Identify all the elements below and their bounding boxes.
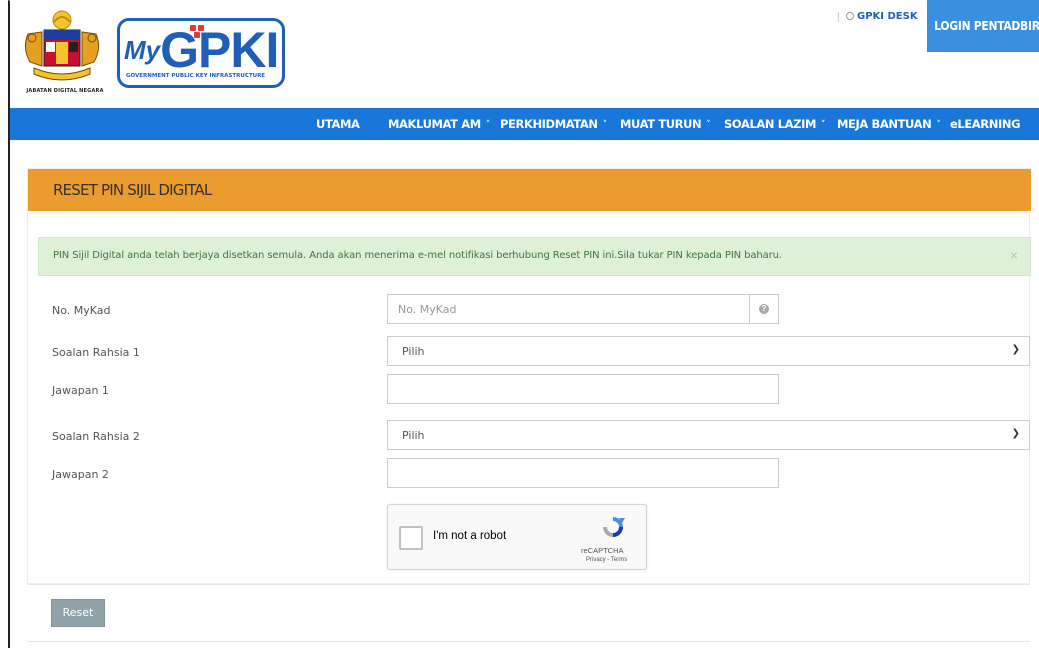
chevron-down-icon: ❯ <box>1011 344 1020 355</box>
form-divider <box>28 584 1030 585</box>
logo-subtitle: GOVERNMENT PUBLIC KEY INFRASTRUCTURE <box>126 73 266 79</box>
soalan-rahsia-2-label: Soalan Rahsia 2 <box>52 430 140 443</box>
topbar-separator: | <box>837 12 840 23</box>
chevron-down-icon: ˅ <box>706 120 711 130</box>
jawapan-2-label: Jawapan 2 <box>52 468 109 481</box>
site-header: JABATAN DIGITAL NEGARA MyGPKI GOVERNMENT… <box>10 0 1039 108</box>
select-value: Pilih <box>402 345 425 358</box>
soalan-rahsia-2-select[interactable]: Pilih ❯ <box>387 420 1030 450</box>
crest-label: JABATAN DIGITAL NEGARA <box>26 88 104 94</box>
nav-item-utama[interactable]: UTAMA <box>316 108 360 140</box>
gpki-desk-label: GPKI DESK <box>857 11 918 22</box>
panel-header: RESET PIN SIJIL DIGITAL <box>28 169 1031 211</box>
recaptcha-checkbox[interactable] <box>399 526 423 550</box>
nav-item-label: MAKLUMAT AM <box>388 117 481 131</box>
help-icon: ? <box>759 304 769 314</box>
globe-icon <box>846 12 854 20</box>
select-value: Pilih <box>402 429 425 442</box>
logo-gpki-text: GPKI <box>160 22 279 78</box>
nav-item-label: PERKHIDMATAN <box>500 117 598 131</box>
mygpki-logo[interactable]: MyGPKI GOVERNMENT PUBLIC KEY INFRASTRUCT… <box>117 18 285 88</box>
chevron-down-icon: ˅ <box>602 120 608 130</box>
nav-item-label: SOALAN LAZIM <box>724 117 816 131</box>
nav-item-label: eLEARNING <box>950 117 1021 131</box>
soalan-rahsia-1-select[interactable]: Pilih ❯ <box>387 336 1030 366</box>
nav-item-elearning[interactable]: eLEARNING <box>950 108 1021 140</box>
recaptcha-privacy-terms-link[interactable]: Privacy - Terms <box>586 557 627 563</box>
success-alert: PIN Sijil Digital anda telah berjaya dis… <box>38 237 1031 276</box>
chevron-down-icon: ❯ <box>1011 428 1020 439</box>
recaptcha-icon <box>603 517 625 537</box>
soalan-rahsia-1-label: Soalan Rahsia 1 <box>52 346 140 359</box>
footer-divider <box>28 641 1030 642</box>
coat-of-arms-logo <box>20 8 104 94</box>
mykad-label: No. MyKad <box>52 304 111 317</box>
mykad-input[interactable] <box>387 294 750 324</box>
login-pentadbir-button[interactable]: LOGIN PENTADBIR <box>927 0 1039 52</box>
jawapan-1-input[interactable] <box>387 374 779 404</box>
logo-my-text: My <box>124 35 161 65</box>
nav-item-maklumat-am[interactable]: MAKLUMAT AM ˅ <box>388 108 490 140</box>
recaptcha-label: I'm not a robot <box>433 530 507 542</box>
main-nav: UTAMA MAKLUMAT AM ˅ PERKHIDMATAN ˅ MUAT TU… <box>10 108 1039 140</box>
recaptcha-widget: I'm not a robot reCAPTCHA Privacy - Term… <box>387 504 647 570</box>
reset-button[interactable]: Reset <box>51 599 105 627</box>
recaptcha-brand: reCAPTCHA <box>581 546 624 555</box>
chevron-down-icon: ˅ <box>821 120 826 130</box>
nav-item-label: MUAT TURUN <box>620 117 702 131</box>
nav-item-meja-bantuan[interactable]: MEJA BANTUAN ˅ <box>837 108 941 140</box>
close-icon[interactable]: × <box>1010 247 1018 263</box>
nav-item-label: UTAMA <box>316 117 360 131</box>
gpki-desk-link[interactable]: GPKI DESK <box>846 11 918 22</box>
alert-message: PIN Sijil Digital anda telah berjaya dis… <box>53 250 782 261</box>
jawapan-1-label: Jawapan 1 <box>52 384 109 397</box>
nav-item-perkhidmatan[interactable]: PERKHIDMATAN ˅ <box>500 108 607 140</box>
jawapan-2-input[interactable] <box>387 458 779 488</box>
chevron-down-icon: ˅ <box>485 120 491 130</box>
mykad-help-addon[interactable]: ? <box>749 294 779 324</box>
page-title: RESET PIN SIJIL DIGITAL <box>53 181 212 199</box>
chevron-down-icon: ˅ <box>936 120 941 130</box>
nav-item-label: MEJA BANTUAN <box>837 117 932 131</box>
nav-item-muat-turun[interactable]: MUAT TURUN ˅ <box>620 108 711 140</box>
nav-item-soalan-lazim[interactable]: SOALAN LAZIM ˅ <box>724 108 826 140</box>
